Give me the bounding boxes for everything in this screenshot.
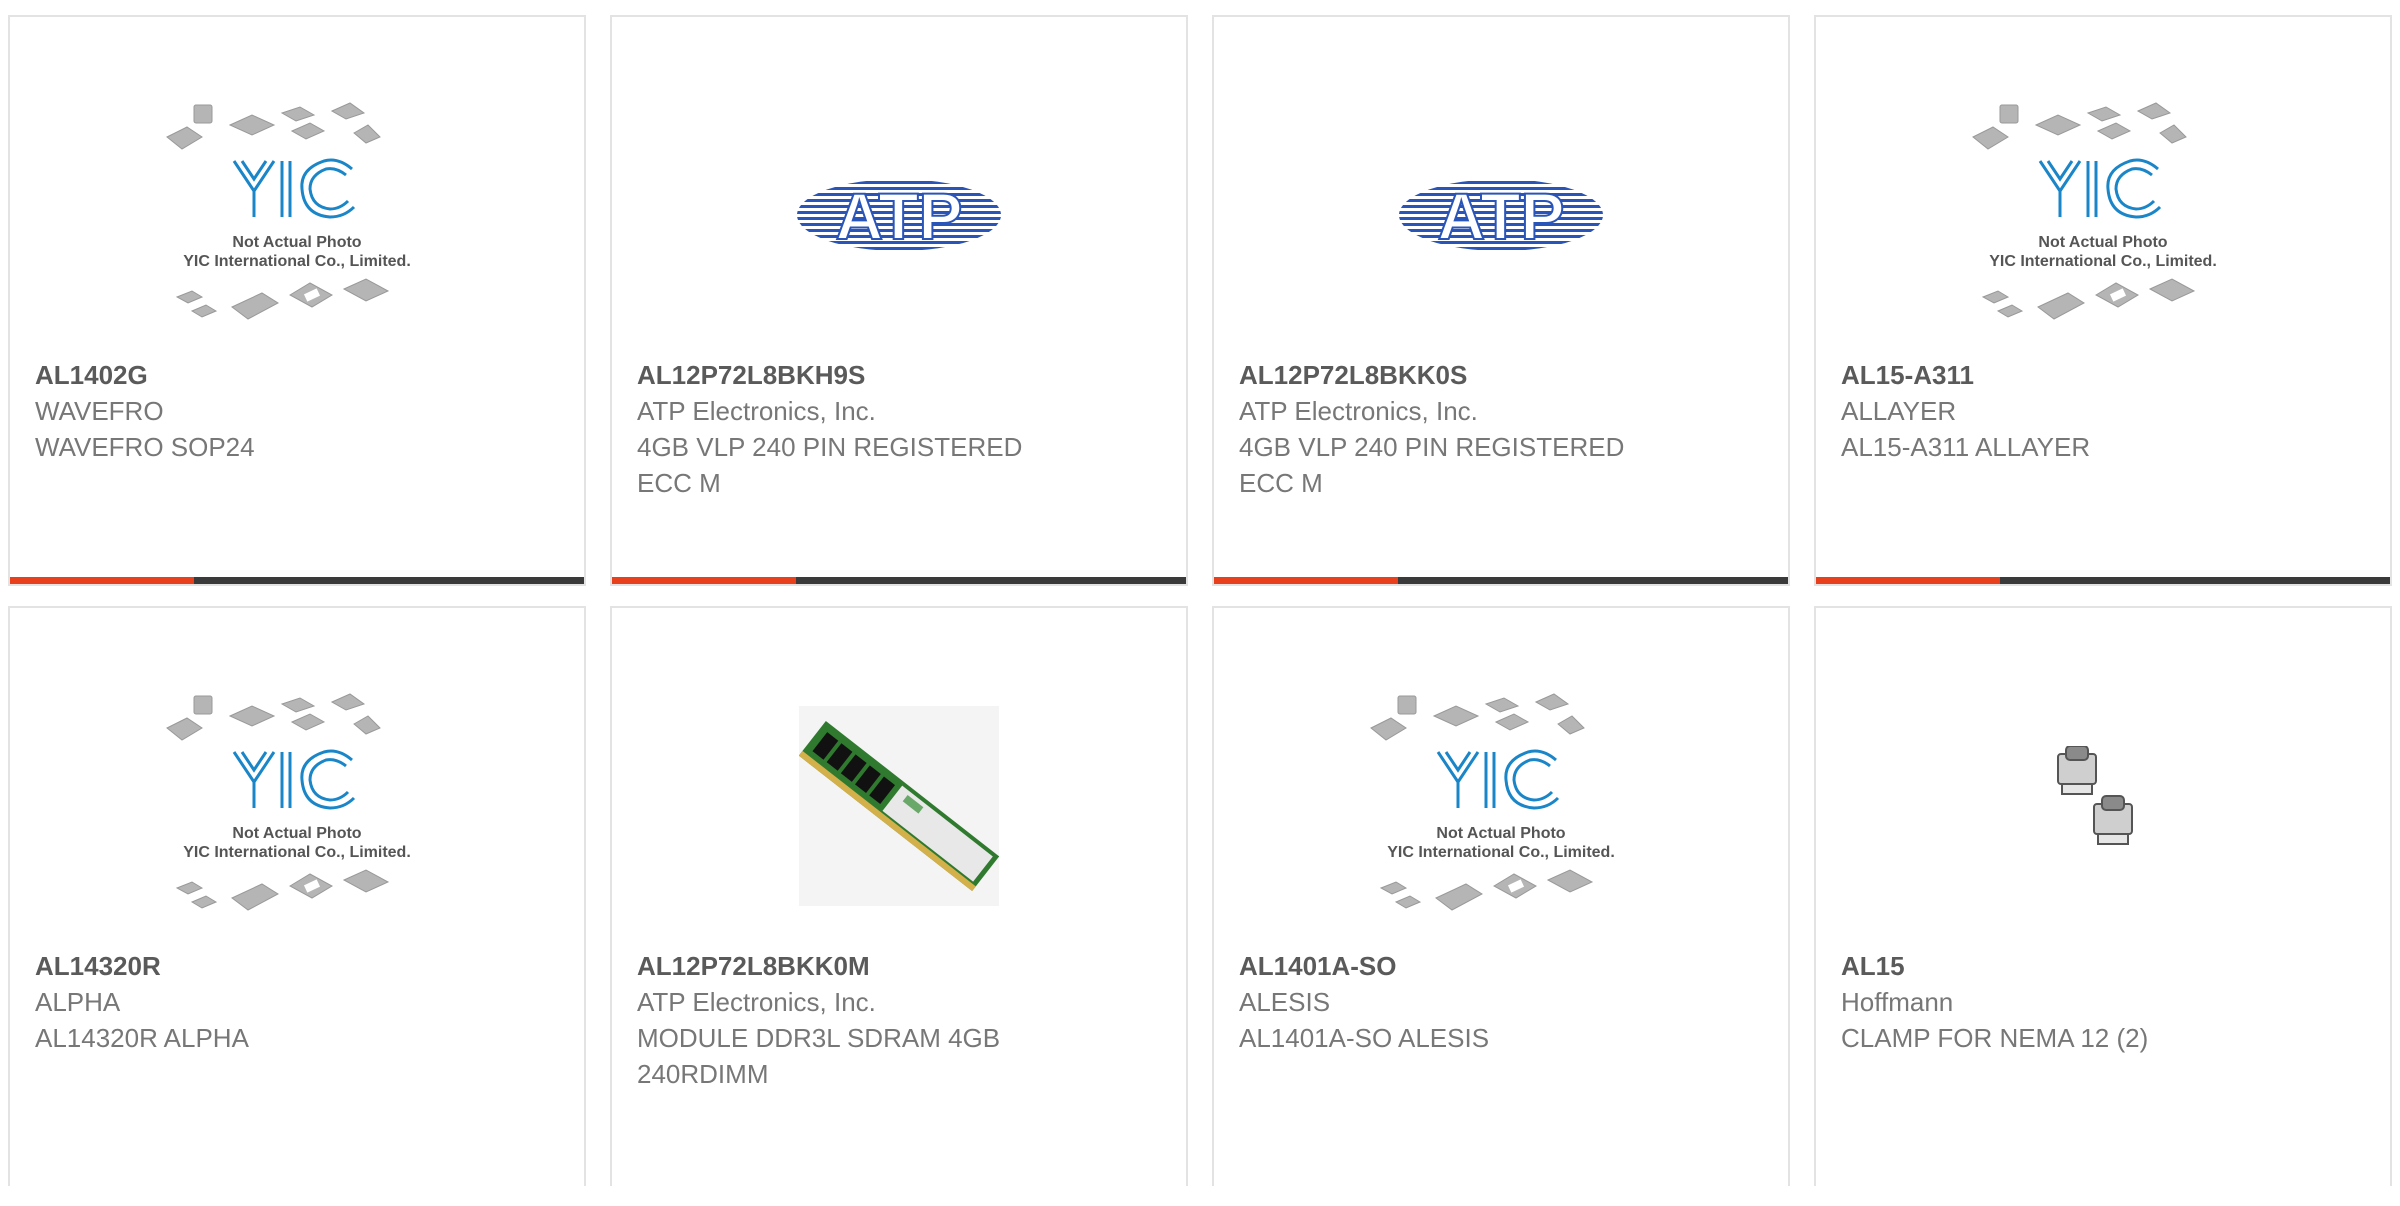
product-description: AL1401A-SO ALESIS bbox=[1239, 1023, 1490, 1053]
product-part-number[interactable]: AL1401A-SO bbox=[1239, 948, 1669, 984]
product-description: 4GB VLP 240 PIN REGISTERED ECC M bbox=[637, 432, 1023, 498]
product-part-number[interactable]: AL12P72L8BKK0M bbox=[637, 948, 1067, 984]
product-image-yic[interactable]: Not Actual Photo YIC International Co., … bbox=[10, 97, 584, 333]
product-manufacturer: Hoffmann bbox=[1841, 987, 1954, 1017]
card-footer-accent bbox=[612, 577, 796, 584]
product-description: MODULE DDR3L SDRAM 4GB 240RDIMM bbox=[637, 1023, 1001, 1089]
product-description: 4GB VLP 240 PIN REGISTERED ECC M bbox=[1239, 432, 1625, 498]
product-image-ram-module[interactable] bbox=[612, 688, 1186, 924]
product-info: AL12P72L8BKH9S ATP Electronics, Inc. 4GB… bbox=[637, 357, 1067, 501]
product-part-number[interactable]: AL12P72L8BKK0S bbox=[1239, 357, 1669, 393]
product-description: WAVEFRO SOP24 bbox=[35, 432, 255, 462]
card-footer-accent bbox=[10, 577, 194, 584]
product-card[interactable]: AL15 Hoffmann CLAMP FOR NEMA 12 (2) bbox=[1814, 606, 2392, 1186]
product-manufacturer: ATP Electronics, Inc. bbox=[637, 396, 876, 426]
product-manufacturer: ATP Electronics, Inc. bbox=[637, 987, 876, 1017]
image-caption-line2: YIC International Co., Limited. bbox=[1989, 253, 2217, 270]
product-manufacturer: ALESIS bbox=[1239, 987, 1331, 1017]
product-grid: Not Actual Photo YIC International Co., … bbox=[8, 15, 2400, 1206]
product-info: AL14320R ALPHA AL14320R ALPHA bbox=[35, 948, 465, 1056]
image-caption-line2: YIC International Co., Limited. bbox=[1387, 844, 1615, 861]
card-footer-accent bbox=[1816, 577, 2000, 584]
product-card[interactable]: ATP AL12P72L8BKK0S ATP Electronics, Inc.… bbox=[1212, 15, 1790, 586]
product-card[interactable]: ATP AL12P72L8BKH9S ATP Electronics, Inc.… bbox=[610, 15, 1188, 586]
product-row: Not Actual Photo YIC International Co., … bbox=[8, 15, 2400, 586]
image-caption-line1: Not Actual Photo bbox=[2038, 234, 2167, 251]
product-card[interactable]: Not Actual Photo YIC International Co., … bbox=[1212, 606, 1790, 1186]
product-image-clamp[interactable] bbox=[1816, 688, 2390, 924]
product-part-number[interactable]: AL15 bbox=[1841, 948, 2271, 984]
product-info: AL15-A311 ALLAYER AL15-A311 ALLAYER bbox=[1841, 357, 2271, 465]
product-image-atp[interactable]: ATP bbox=[612, 97, 1186, 333]
product-info: AL15 Hoffmann CLAMP FOR NEMA 12 (2) bbox=[1841, 948, 2271, 1056]
image-caption-line2: YIC International Co., Limited. bbox=[183, 844, 411, 861]
card-footer-bar bbox=[1816, 577, 2390, 584]
image-caption-line1: Not Actual Photo bbox=[232, 825, 361, 842]
product-image-yic[interactable]: Not Actual Photo YIC International Co., … bbox=[1214, 688, 1788, 924]
product-part-number[interactable]: AL15-A311 bbox=[1841, 357, 2271, 393]
card-footer-bar bbox=[1214, 577, 1788, 584]
product-manufacturer: ALPHA bbox=[35, 987, 121, 1017]
card-footer-bar bbox=[612, 577, 1186, 584]
image-caption-line2: YIC International Co., Limited. bbox=[183, 253, 411, 270]
product-image-yic[interactable]: Not Actual Photo YIC International Co., … bbox=[10, 688, 584, 924]
product-info: AL12P72L8BKK0M ATP Electronics, Inc. MOD… bbox=[637, 948, 1067, 1092]
product-description: AL14320R ALPHA bbox=[35, 1023, 249, 1053]
product-info: AL1401A-SO ALESIS AL1401A-SO ALESIS bbox=[1239, 948, 1669, 1056]
card-footer-accent bbox=[1214, 577, 1398, 584]
image-caption-line1: Not Actual Photo bbox=[232, 234, 361, 251]
product-manufacturer: WAVEFRO bbox=[35, 396, 164, 426]
atp-logo-text: ATP bbox=[1437, 179, 1564, 253]
product-info: AL12P72L8BKK0S ATP Electronics, Inc. 4GB… bbox=[1239, 357, 1669, 501]
product-image-yic[interactable]: Not Actual Photo YIC International Co., … bbox=[1816, 97, 2390, 333]
product-part-number[interactable]: AL14320R bbox=[35, 948, 465, 984]
product-row: Not Actual Photo YIC International Co., … bbox=[8, 606, 2400, 1186]
product-description: AL15-A311 ALLAYER bbox=[1841, 432, 2091, 462]
card-footer-bar bbox=[10, 577, 584, 584]
product-card[interactable]: Not Actual Photo YIC International Co., … bbox=[8, 606, 586, 1186]
product-card[interactable]: Not Actual Photo YIC International Co., … bbox=[8, 15, 586, 586]
product-image-atp[interactable]: ATP bbox=[1214, 97, 1788, 333]
product-description: CLAMP FOR NEMA 12 (2) bbox=[1841, 1023, 2149, 1053]
product-manufacturer: ALLAYER bbox=[1841, 396, 1957, 426]
image-caption-line1: Not Actual Photo bbox=[1436, 825, 1565, 842]
product-card[interactable]: AL12P72L8BKK0M ATP Electronics, Inc. MOD… bbox=[610, 606, 1188, 1186]
product-part-number[interactable]: AL1402G bbox=[35, 357, 465, 393]
product-card[interactable]: Not Actual Photo YIC International Co., … bbox=[1814, 15, 2392, 586]
product-manufacturer: ATP Electronics, Inc. bbox=[1239, 396, 1478, 426]
product-part-number[interactable]: AL12P72L8BKH9S bbox=[637, 357, 1067, 393]
atp-logo-text: ATP bbox=[835, 179, 962, 253]
product-info: AL1402G WAVEFRO WAVEFRO SOP24 bbox=[35, 357, 465, 465]
